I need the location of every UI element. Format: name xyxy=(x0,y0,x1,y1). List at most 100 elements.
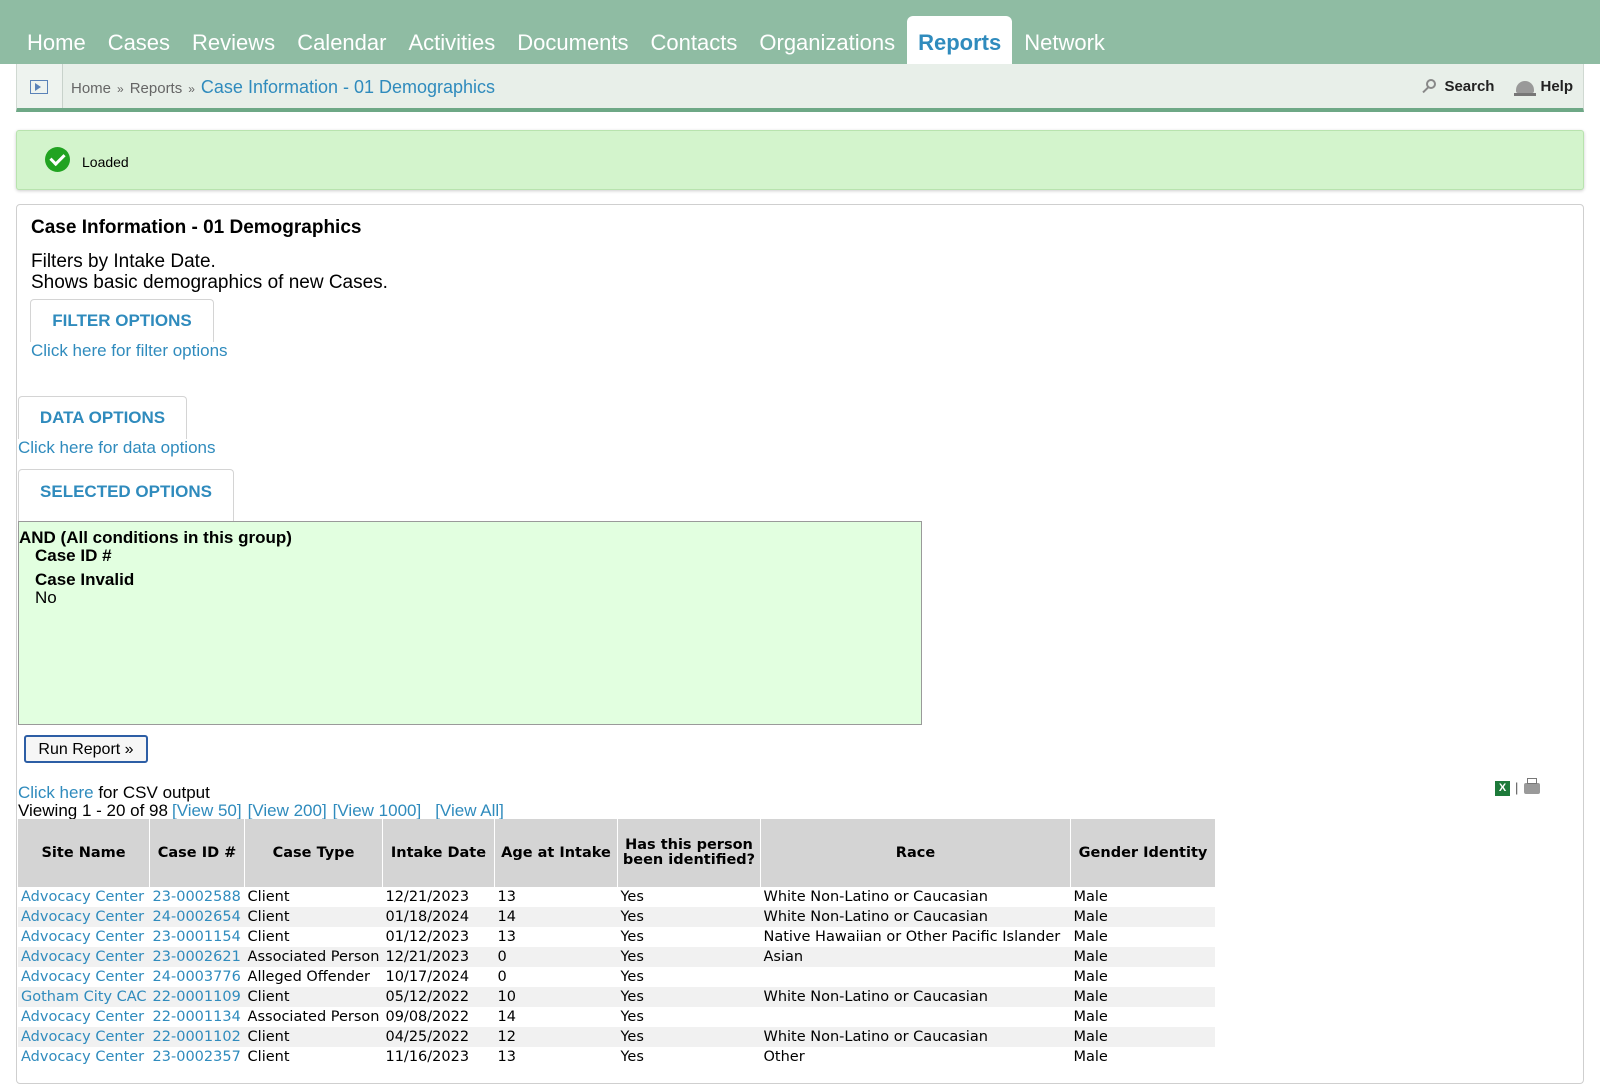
tab-home[interactable]: Home xyxy=(16,16,97,64)
table-cell[interactable]: Advocacy Center xyxy=(18,907,150,927)
table-cell: Male xyxy=(1070,947,1216,967)
table-row: Advocacy Center 23-0002588 Client 12/21/202… xyxy=(18,887,1215,907)
table-cell[interactable]: Advocacy Center xyxy=(18,1027,150,1047)
selected-options-box: AND (All conditions in this group) Case … xyxy=(18,521,922,725)
table-cell: 13 xyxy=(497,889,516,905)
table-cell: Male xyxy=(1070,1027,1216,1047)
table-cell: Associated Person xyxy=(244,947,383,967)
condition-case-invalid-value: No xyxy=(35,588,57,607)
data-options-link[interactable]: Click here for data options xyxy=(18,438,216,458)
excel-export-icon[interactable]: X xyxy=(1495,781,1510,796)
table-body: Advocacy Center 23-0002588 Client 12/21/202… xyxy=(18,887,1216,1067)
header-actions: Search Help xyxy=(1422,78,1573,96)
table-cell: Male xyxy=(1073,929,1108,945)
table-cell: Male xyxy=(1073,969,1108,985)
view-200-link[interactable]: [View 200] xyxy=(248,801,327,820)
table-cell[interactable]: 23-0002621 xyxy=(149,947,245,967)
table-cell xyxy=(760,1007,1070,1027)
breadcrumb: Home » Reports » Case Information - 01 Demog… xyxy=(71,77,495,98)
condition-group-label: AND (All conditions in this group) xyxy=(19,528,292,547)
breadcrumb-home[interactable]: Home xyxy=(71,80,111,97)
table-cell: Other xyxy=(763,1049,805,1065)
table-cell: Yes xyxy=(620,1009,644,1025)
table-cell[interactable]: Advocacy Center xyxy=(18,927,150,947)
table-cell: 01/18/2024 xyxy=(382,907,495,927)
tab-filter-options[interactable]: FILTER OPTIONS xyxy=(30,299,214,342)
table-row: Advocacy Center 24-0002654 Client 01/18/202… xyxy=(18,907,1216,927)
table-cell: Yes xyxy=(620,1049,644,1065)
table-cell[interactable]: 24-0002654 xyxy=(149,907,245,927)
breadcrumb-reports[interactable]: Reports xyxy=(130,80,183,97)
table-cell[interactable]: 22-0001102 xyxy=(149,1027,245,1047)
status-notice: Loaded xyxy=(16,130,1584,190)
table-cell: 13 xyxy=(497,1049,516,1065)
table-cell[interactable]: Advocacy Center xyxy=(18,1007,150,1027)
table-cell: Yes xyxy=(620,889,644,905)
table-cell: Yes xyxy=(620,969,644,985)
column-header[interactable]: Has this person been identified? xyxy=(617,819,761,887)
report-panel: Case Information - 01 Demographics Filte… xyxy=(16,204,1584,1084)
table-header-row: Site Name Case ID # Case Type Intake Date Ag… xyxy=(18,819,1216,887)
tab-documents[interactable]: Documents xyxy=(506,16,639,64)
column-header[interactable]: Intake Date xyxy=(382,819,495,887)
table-cell: Yes xyxy=(617,987,761,1007)
view-all-link[interactable]: [View All] xyxy=(435,801,504,820)
help-bell-icon xyxy=(1514,80,1537,96)
pagination-line: Viewing 1 - 20 of 98 [View 50] [View 200] [… xyxy=(18,801,504,821)
table-cell: 04/25/2022 xyxy=(382,1027,495,1047)
column-header[interactable]: Age at Intake xyxy=(494,819,618,887)
tab-selected-options[interactable]: SELECTED OPTIONS xyxy=(18,469,234,522)
table-row: Advocacy Center 22-0001134 Associated Pers… xyxy=(18,1007,1215,1027)
table-cell[interactable]: Advocacy Center xyxy=(18,947,150,967)
table-cell[interactable]: 23-0002357 xyxy=(150,1047,245,1067)
nav-tabs: Home Cases Reviews Calendar Activities Docume… xyxy=(16,16,1116,64)
table-cell xyxy=(760,967,1070,987)
tab-reports[interactable]: Reports xyxy=(907,16,1013,64)
table-cell: Client xyxy=(244,907,383,927)
csv-output-link[interactable]: Click here xyxy=(18,783,94,802)
tab-cases[interactable]: Cases xyxy=(97,16,181,64)
table-cell[interactable]: 22-0001109 xyxy=(149,987,245,1007)
view-50-link[interactable]: [View 50] xyxy=(172,801,242,820)
table-cell[interactable]: 23-0001154 xyxy=(150,927,245,947)
table-cell[interactable]: Advocacy Center xyxy=(18,887,150,907)
tab-data-options[interactable]: DATA OPTIONS xyxy=(18,396,187,439)
table-cell[interactable]: 22-0001134 xyxy=(150,1007,245,1027)
table-cell[interactable]: Gotham City CAC xyxy=(18,987,150,1007)
column-header[interactable]: Case ID # xyxy=(149,819,246,887)
column-header[interactable]: Site Name xyxy=(18,819,151,887)
table-cell[interactable]: Advocacy Center xyxy=(18,1047,150,1067)
table-cell: 0 xyxy=(497,969,507,985)
table-cell: 10/17/2024 xyxy=(385,969,470,985)
table-row: Advocacy Center 22-0001102 Client 04/25/202… xyxy=(18,1027,1216,1047)
table-cell: 0 xyxy=(494,947,618,967)
tab-network[interactable]: Network xyxy=(1013,16,1116,64)
filter-options-link[interactable]: Click here for filter options xyxy=(31,341,228,361)
tab-reviews[interactable]: Reviews xyxy=(181,16,286,64)
tab-organizations[interactable]: Organizations xyxy=(748,16,906,64)
help-button[interactable]: Help xyxy=(1514,78,1573,96)
table-cell: White Non-Latino or Caucasian xyxy=(763,889,988,905)
tab-contacts[interactable]: Contacts xyxy=(640,16,749,64)
condition-case-id: Case ID # xyxy=(35,546,112,565)
condition-case-invalid: Case Invalid xyxy=(35,570,135,589)
tab-calendar[interactable]: Calendar xyxy=(286,16,397,64)
column-header[interactable]: Race xyxy=(760,819,1071,887)
table-cell[interactable]: 24-0003776 xyxy=(150,967,245,987)
report-description: Filters by Intake Date. Shows basic demo… xyxy=(31,251,388,293)
table-cell[interactable]: Advocacy Center xyxy=(18,967,150,987)
table-cell[interactable]: 23-0002588 xyxy=(150,887,245,907)
print-icon[interactable] xyxy=(1524,778,1540,794)
table-cell: Asian xyxy=(760,947,1071,967)
top-navigation: Home Cases Reviews Calendar Activities Docume… xyxy=(0,0,1600,64)
table-row: Advocacy Center 23-0002621 Associated Pers… xyxy=(18,947,1216,967)
tab-activities[interactable]: Activities xyxy=(397,16,506,64)
sidebar-toggle-icon[interactable] xyxy=(17,64,63,108)
view-1000-link[interactable]: [View 1000] xyxy=(333,801,422,820)
column-header[interactable]: Gender Identity xyxy=(1070,819,1216,887)
run-report-button[interactable]: Run Report » xyxy=(24,735,148,763)
search-button[interactable]: Search xyxy=(1422,78,1494,95)
column-header[interactable]: Case Type xyxy=(244,819,383,887)
breadcrumb-separator: » xyxy=(188,82,195,96)
table-cell: 13 xyxy=(497,929,516,945)
